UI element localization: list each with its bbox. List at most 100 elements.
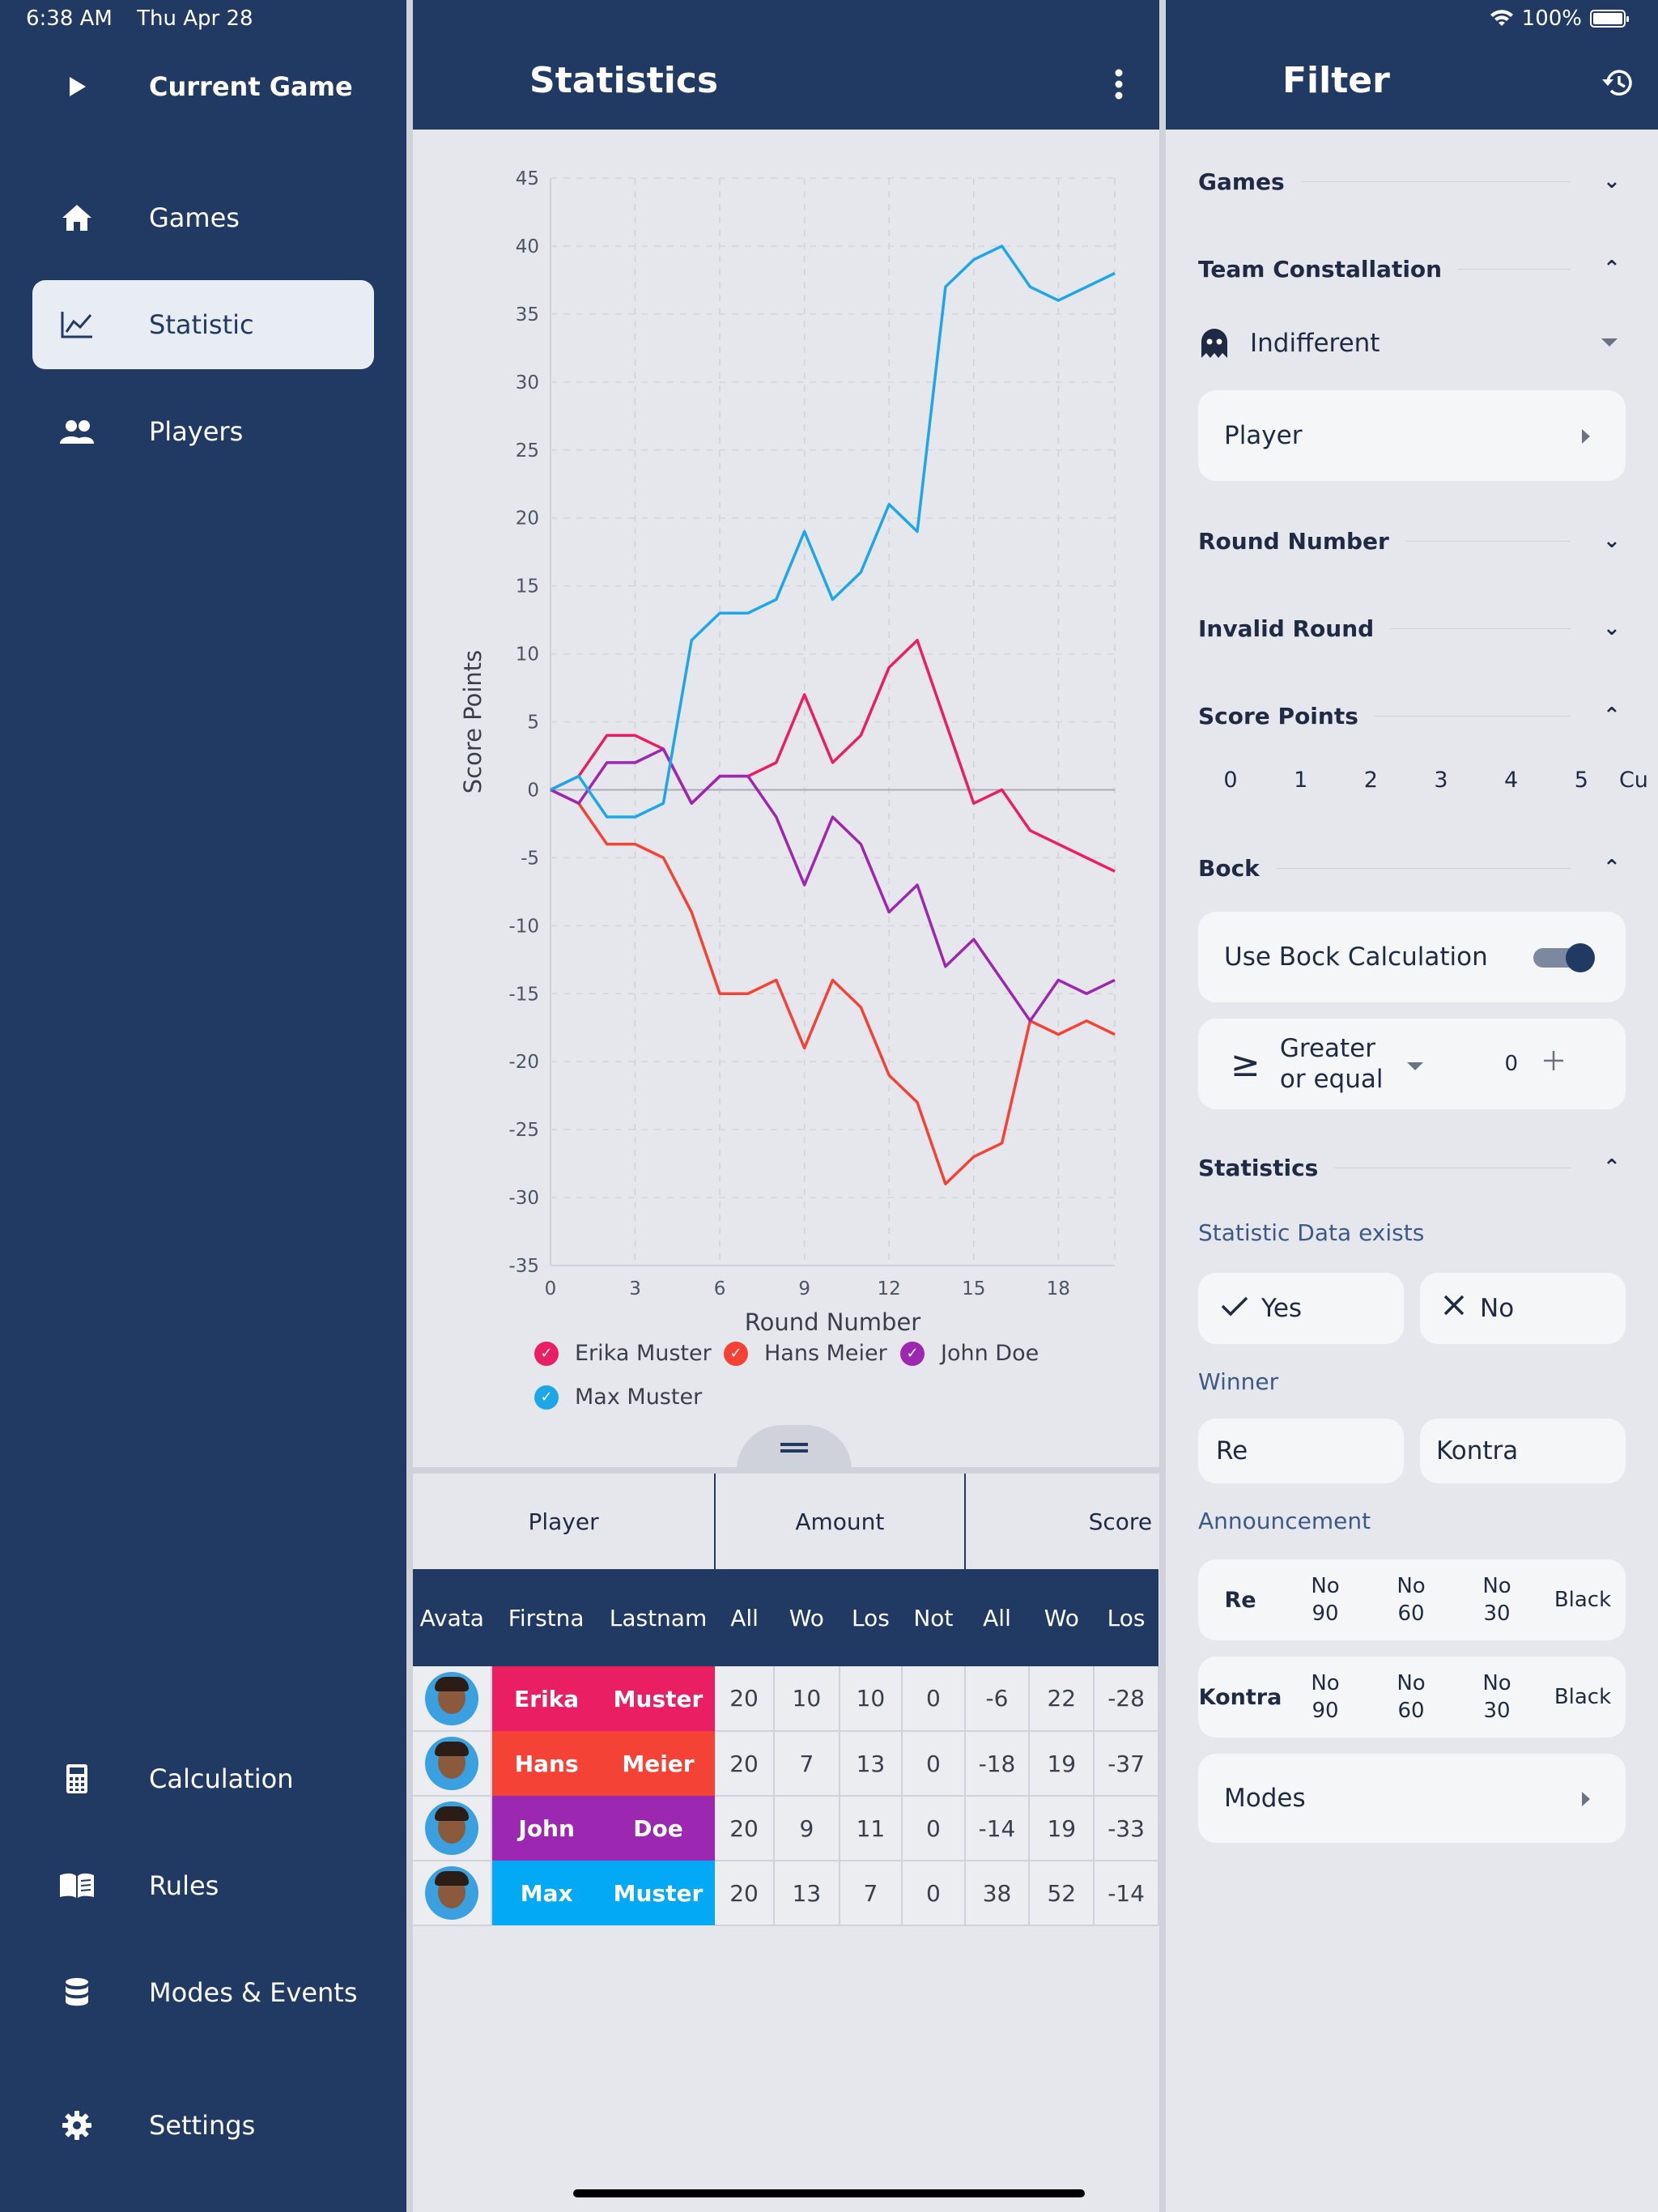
x-tick-label: 9 xyxy=(798,1278,810,1300)
section-statistics[interactable]: Statistics ⌃ xyxy=(1198,1143,1626,1192)
y-axis-label: Score Points xyxy=(459,650,487,794)
y-tick-label: 40 xyxy=(516,236,539,257)
score-option[interactable]: 3 xyxy=(1409,768,1473,793)
current-game-button[interactable]: Current Game xyxy=(32,42,374,131)
legend-item-max[interactable]: ✓ Max Muster xyxy=(534,1385,702,1410)
wifi-icon xyxy=(1490,10,1513,26)
sidebar-item-label: Rules xyxy=(149,1870,219,1901)
announce-option[interactable]: No 30 xyxy=(1454,1572,1540,1627)
bock-operator-card: ≥ Greater or equal 0 xyxy=(1198,1019,1626,1109)
player-filter-card[interactable]: Player xyxy=(1198,390,1626,481)
status-bar-left: 6:38 AM Thu Apr 28 xyxy=(26,6,271,31)
sidebar-item-statistic[interactable]: Statistic xyxy=(32,280,374,369)
sidebar-item-label: Statistic xyxy=(149,309,254,340)
column-header[interactable]: Firstna xyxy=(491,1569,602,1666)
battery-icon xyxy=(1590,10,1629,28)
score-option[interactable]: 5 xyxy=(1549,768,1613,793)
x-tick-label: 15 xyxy=(962,1278,985,1300)
check-icon: ✓ xyxy=(534,1385,559,1410)
announce-option[interactable]: No 60 xyxy=(1368,1670,1454,1725)
y-tick-label: 45 xyxy=(516,168,539,189)
chart-icon xyxy=(32,280,121,369)
score-option[interactable]: 1 xyxy=(1269,768,1333,793)
yes-button[interactable]: Yes xyxy=(1198,1273,1404,1344)
announcement-label: Announcement xyxy=(1198,1508,1371,1534)
column-header[interactable]: Los xyxy=(839,1569,903,1666)
no-button[interactable]: No xyxy=(1420,1273,1626,1344)
section-team-constellation[interactable]: Team Constallation ⌃ xyxy=(1198,245,1626,293)
announce-option[interactable]: No 90 xyxy=(1282,1670,1368,1725)
table-row[interactable]: Erika Muster 20 10 10 0 -6 22 -28 xyxy=(413,1666,1159,1732)
bock-toggle-switch[interactable] xyxy=(1533,943,1595,972)
section-score-points[interactable]: Score Points ⌃ xyxy=(1198,691,1626,740)
score-option[interactable]: 4 xyxy=(1479,768,1544,793)
column-header[interactable]: Los xyxy=(1094,1569,1158,1666)
section-invalid-round[interactable]: Invalid Round ⌄ xyxy=(1198,604,1626,653)
section-games[interactable]: Games ⌄ xyxy=(1198,157,1626,206)
history-icon[interactable] xyxy=(1600,66,1634,102)
y-tick-label: 25 xyxy=(516,440,539,462)
sidebar-item-games[interactable]: Games xyxy=(32,173,374,262)
gear-icon xyxy=(32,2081,121,2170)
statistics-panel: Statistics 45 40 35 30 25 20 15 10 5 0 -5 -10 -15 -20… xyxy=(413,0,1159,2212)
announce-option-value: 90 xyxy=(1312,1602,1339,1626)
close-icon xyxy=(1443,1294,1465,1323)
announce-black[interactable]: Black xyxy=(1540,1685,1626,1709)
score-option[interactable]: 2 xyxy=(1338,768,1403,793)
bock-calculation-card: Use Bock Calculation xyxy=(1198,912,1626,1002)
column-header[interactable]: All xyxy=(964,1569,1030,1666)
operator-label-line2: or equal xyxy=(1279,1065,1384,1094)
modes-card[interactable]: Modes xyxy=(1198,1754,1626,1843)
value-cell: 20 xyxy=(715,1796,775,1861)
column-header[interactable]: Not xyxy=(902,1569,965,1666)
announce-black[interactable]: Black xyxy=(1540,1588,1626,1612)
table-row[interactable]: Max Muster 20 13 7 0 38 52 -14 xyxy=(413,1861,1159,1926)
book-icon xyxy=(32,1841,121,1930)
value-cell: 0 xyxy=(902,1731,966,1797)
column-header[interactable]: All xyxy=(715,1569,774,1666)
announce-option[interactable]: No 60 xyxy=(1368,1572,1454,1627)
announce-option[interactable]: No 90 xyxy=(1282,1572,1368,1627)
panel-divider xyxy=(406,0,413,2212)
section-round-number[interactable]: Round Number ⌄ xyxy=(1198,517,1626,565)
sidebar-item-calculation[interactable]: Calculation xyxy=(32,1734,374,1823)
sidebar-item-players[interactable]: Players xyxy=(32,387,374,476)
plus-icon[interactable] xyxy=(1542,1049,1565,1078)
score-option[interactable]: 0 xyxy=(1198,768,1263,793)
legend-item-erika[interactable]: ✓ Erika Muster xyxy=(534,1341,712,1366)
winner-re-button[interactable]: Re xyxy=(1198,1419,1404,1483)
chevron-up-icon: ⌃ xyxy=(1603,1155,1621,1180)
table-row[interactable]: Hans Meier 20 7 13 0 -18 19 -37 xyxy=(413,1731,1159,1797)
chevron-up-icon: ⌃ xyxy=(1603,704,1621,728)
column-header[interactable]: Wo xyxy=(1029,1569,1095,1666)
home-indicator[interactable] xyxy=(573,2189,1085,2197)
status-time: 6:38 AM xyxy=(26,6,113,31)
legend-item-hans[interactable]: ✓ Hans Meier xyxy=(724,1341,887,1366)
lastname-cell: Meier xyxy=(601,1731,716,1796)
section-bock[interactable]: Bock ⌃ xyxy=(1198,844,1626,892)
firstname-cell: Hans xyxy=(491,1731,602,1796)
sidebar-item-settings[interactable]: Settings xyxy=(32,2081,374,2170)
legend-label: Max Muster xyxy=(575,1385,703,1410)
sidebar-item-modes-events[interactable]: Modes & Events xyxy=(32,1948,374,2037)
score-option[interactable]: Cu xyxy=(1619,768,1652,793)
chevron-down-icon: ⌄ xyxy=(1603,529,1621,553)
x-tick-label: 3 xyxy=(629,1278,641,1300)
dropdown-arrow-icon xyxy=(1601,336,1618,351)
legend-label: Erika Muster xyxy=(575,1341,712,1366)
sidebar-item-rules[interactable]: Rules xyxy=(32,1841,374,1930)
group-header-score: Score xyxy=(964,1474,1158,1569)
more-vert-icon[interactable] xyxy=(1114,68,1124,100)
value-cell: 10 xyxy=(839,1666,903,1732)
team-constellation-select[interactable]: Indifferent xyxy=(1198,321,1626,366)
operator-select[interactable]: Greater or equal xyxy=(1280,1033,1384,1095)
dropdown-arrow-icon[interactable] xyxy=(1407,1049,1424,1078)
table-row[interactable]: John Doe 20 9 11 0 -14 19 -33 xyxy=(413,1796,1159,1861)
winner-kontra-button[interactable]: Kontra xyxy=(1420,1419,1626,1483)
column-header[interactable]: Avata xyxy=(413,1569,491,1666)
legend-item-john[interactable]: ✓ John Doe xyxy=(900,1341,1039,1366)
announce-option[interactable]: No 30 xyxy=(1454,1670,1540,1725)
column-header[interactable]: Wo xyxy=(773,1569,840,1666)
column-header[interactable]: Lastnam xyxy=(601,1569,716,1666)
chevron-right-icon xyxy=(1582,1784,1590,1813)
